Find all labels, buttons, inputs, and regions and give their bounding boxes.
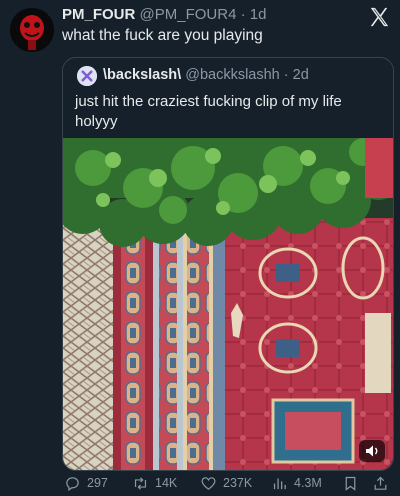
views-button[interactable]: 4.3M	[271, 472, 322, 494]
retweet-button[interactable]: 14K	[132, 472, 177, 494]
quoted-avatar[interactable]	[77, 66, 97, 86]
quoted-timestamp[interactable]: 2d	[293, 67, 309, 83]
quoted-handle[interactable]: @backkslashh	[185, 67, 280, 83]
speaker-icon	[366, 445, 378, 457]
views-icon	[273, 478, 286, 489]
sound-toggle-button[interactable]	[359, 440, 385, 462]
quoted-display-name[interactable]: \backslash\	[103, 67, 181, 83]
avatar[interactable]	[10, 8, 54, 52]
display-name[interactable]: PM_FOUR	[62, 6, 135, 23]
action-bar: 297 14K 237K 4.3M	[62, 472, 392, 494]
quoted-tweet[interactable]: \backslash\ @backkslashh · 2d just hit t…	[62, 57, 394, 471]
reply-count: 297	[87, 476, 108, 490]
bookmark-icon	[345, 476, 356, 491]
video-thumbnail[interactable]	[63, 138, 393, 470]
like-button[interactable]: 237K	[200, 472, 252, 494]
tweet-header: PM_FOUR @PM_FOUR4 · 1d	[62, 6, 266, 23]
retweet-icon	[134, 476, 147, 490]
heart-icon	[201, 476, 216, 490]
separator-dot: ·	[236, 6, 250, 23]
reply-icon	[66, 476, 79, 491]
quoted-text: just hit the craziest fucking clip of my…	[75, 93, 342, 130]
avatar-face-icon	[10, 8, 54, 52]
retweet-count: 14K	[155, 476, 178, 490]
separator-dot: ·	[279, 67, 293, 83]
x-logo-icon[interactable]	[368, 6, 390, 28]
bookmark-button[interactable]	[342, 472, 365, 494]
handle[interactable]: @PM_FOUR4	[140, 6, 237, 23]
share-icon	[374, 476, 387, 490]
like-count: 237K	[223, 476, 253, 490]
share-button[interactable]	[372, 472, 395, 494]
quoted-header: \backslash\ @backkslashh · 2d	[103, 67, 309, 83]
view-count: 4.3M	[294, 476, 322, 490]
timestamp[interactable]: 1d	[250, 6, 267, 23]
tweet-text: what the fuck are you playing	[62, 27, 263, 44]
quoted-avatar-icon	[77, 66, 97, 86]
reply-button[interactable]: 297	[64, 472, 108, 494]
